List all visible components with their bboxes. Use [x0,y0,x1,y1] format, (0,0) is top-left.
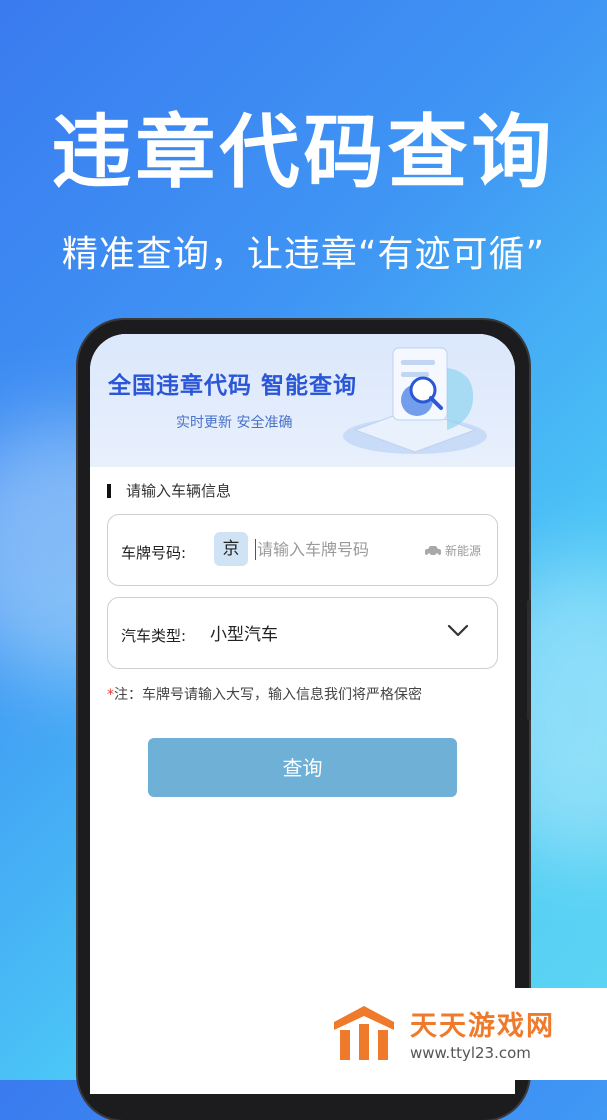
magnifier-shield-illustration [343,347,487,454]
query-button[interactable]: 查询 [148,738,457,797]
vehicle-type-select[interactable]: 汽车类型: 小型汽车 [107,597,498,669]
plate-number-input[interactable] [257,536,427,562]
required-star: * [107,687,114,703]
privacy-note-text: 注：车牌号请输入大写，输入信息我们将严格保密 [114,687,422,703]
watermark-url: www.ttyl23.com [410,1044,531,1062]
plate-number-field: 车牌号码: 京 新能源 [107,514,498,586]
hero-title: 违章代码查询 [51,106,556,199]
vehicle-type-label: 汽车类型: [121,627,187,645]
watermark-title: 天天游戏网 [410,1011,555,1042]
banner-subtitle: 实时更新 安全准确 [176,415,293,431]
banner-title: 全国违章代码 智能查询 [108,373,358,399]
new-energy-label: 新能源 [444,544,481,558]
hero-subtitle: 精准查询，让违章“有迹可循” [61,234,546,275]
phone-side-button [527,600,531,720]
text-cursor [255,539,256,560]
watermark: 天天游戏网 www.ttyl23.com [314,988,607,1080]
chevron-down-icon [447,624,469,637]
app-screen: 全国违章代码 智能查询 实时更新 安全准确 请输入车辆信息 车牌号码: 京 请输… [90,334,515,1094]
privacy-note: *注：车牌号请输入大写，输入信息我们将严格保密 [107,684,422,704]
province-selector[interactable]: 京 [214,532,248,566]
plate-label: 车牌号码: [121,544,187,562]
vehicle-type-value: 小型汽车 [210,625,278,645]
new-energy-toggle[interactable]: 新能源 [424,542,481,559]
section-label: 请输入车辆信息 [108,480,231,501]
app-banner: 全国违章代码 智能查询 实时更新 安全准确 [90,334,515,467]
new-energy-car-icon [424,546,441,557]
ttyl-logo [334,1006,394,1060]
section-label-text: 请输入车辆信息 [126,482,232,500]
